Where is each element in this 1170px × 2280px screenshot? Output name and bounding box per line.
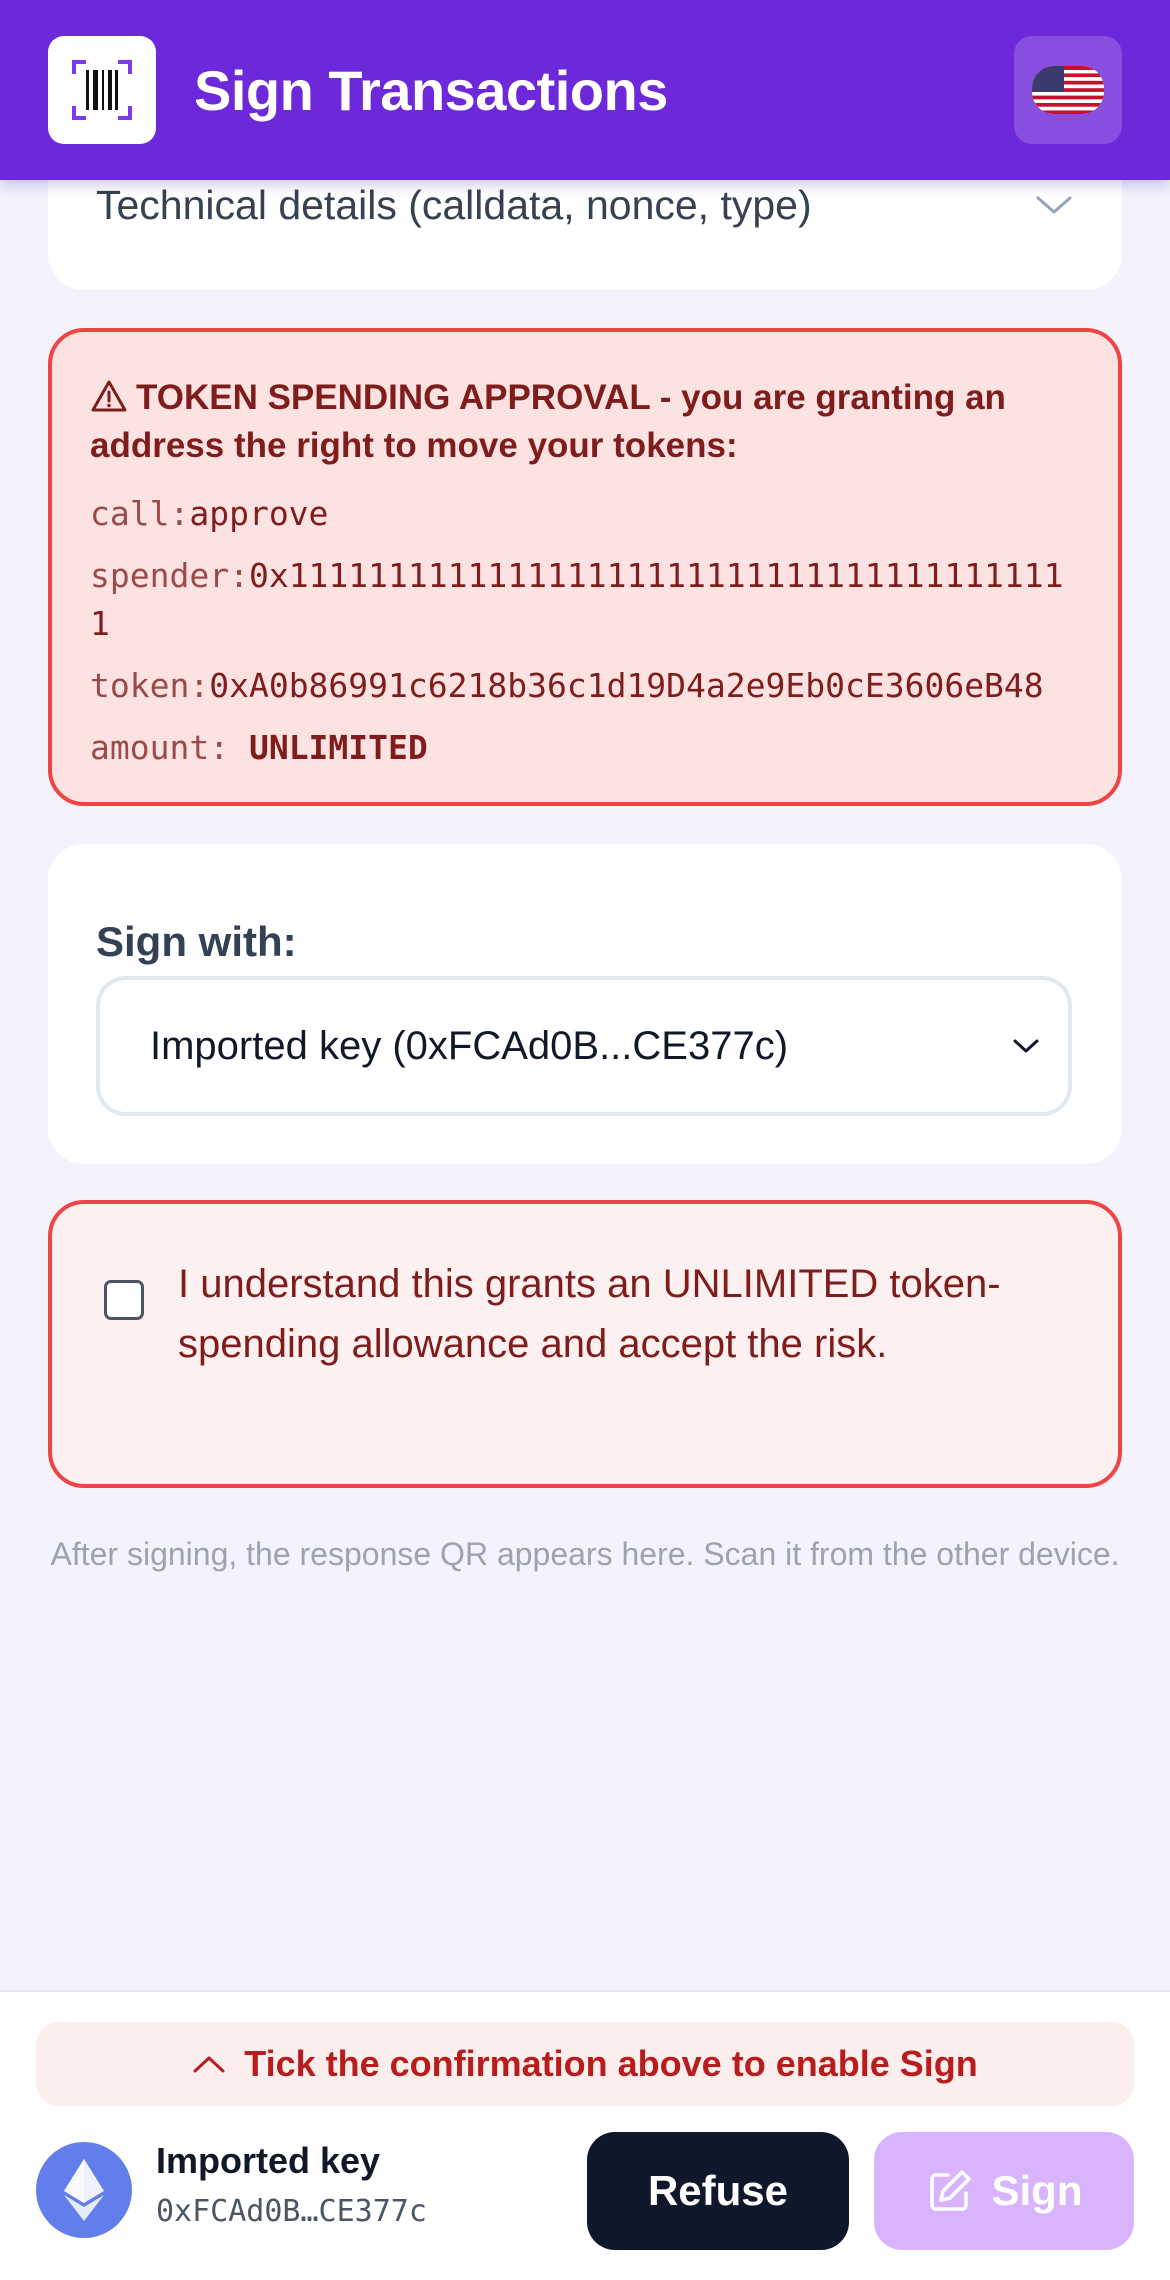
response-qr-hint: After signing, the response QR appears h… [50, 1536, 1120, 1572]
token-row: token:0xA0b86991c6218b36c1d19D4a2e9Eb0cE… [90, 666, 1044, 705]
action-bar: Tick the confirmation above to enable Si… [0, 1990, 1170, 2280]
confirm-text: I understand this grants an UNLIMITED to… [178, 1262, 1001, 1366]
spender-row: spender:0x111111111111111111111111111111… [90, 556, 1064, 643]
chevron-down-icon [1036, 196, 1072, 213]
technical-details-label: Technical details (calldata, nonce, type… [96, 182, 812, 228]
confirm-checkbox[interactable] [104, 1280, 144, 1320]
account-name: Imported key [156, 2140, 381, 2181]
sign-button[interactable]: Sign [874, 2132, 1134, 2250]
ethereum-icon [36, 2142, 132, 2238]
warning-heading: TOKEN SPENDING APPROVAL - you are granti… [90, 378, 1006, 465]
selected-key: Imported key (0xFCAd0B...CE377c) [150, 1023, 789, 1068]
account-address: 0xFCAd0B…CE377c [156, 2194, 427, 2229]
language-button[interactable] [1014, 36, 1122, 144]
risk-confirmation[interactable]: I understand this grants an UNLIMITED to… [48, 1200, 1122, 1488]
sign-with-card: Sign with: Imported key (0xFCAd0B...CE37… [48, 844, 1122, 1164]
enable-sign-hint[interactable]: Tick the confirmation above to enable Si… [36, 2022, 1134, 2106]
qr-scanner-icon [48, 36, 156, 144]
us-flag-icon [1032, 66, 1104, 114]
signing-key-select[interactable]: Imported key (0xFCAd0B...CE377c) [96, 976, 1072, 1116]
sign-with-label: Sign with: [96, 918, 297, 965]
page-title: Sign Transactions [194, 58, 668, 122]
warning-icon [91, 380, 127, 412]
chevron-up-icon [193, 2056, 225, 2073]
chevron-down-icon [1013, 1039, 1039, 1053]
refuse-button[interactable]: Refuse [587, 2132, 849, 2250]
call-row: call:approve [90, 494, 329, 533]
sign-button-label: Sign [991, 2167, 1083, 2214]
token-approval-warning: TOKEN SPENDING APPROVAL - you are granti… [48, 328, 1122, 806]
app-header: Sign Transactions [0, 0, 1170, 180]
amount-row: amount: UNLIMITED [90, 728, 428, 767]
edit-icon [929, 2170, 971, 2211]
